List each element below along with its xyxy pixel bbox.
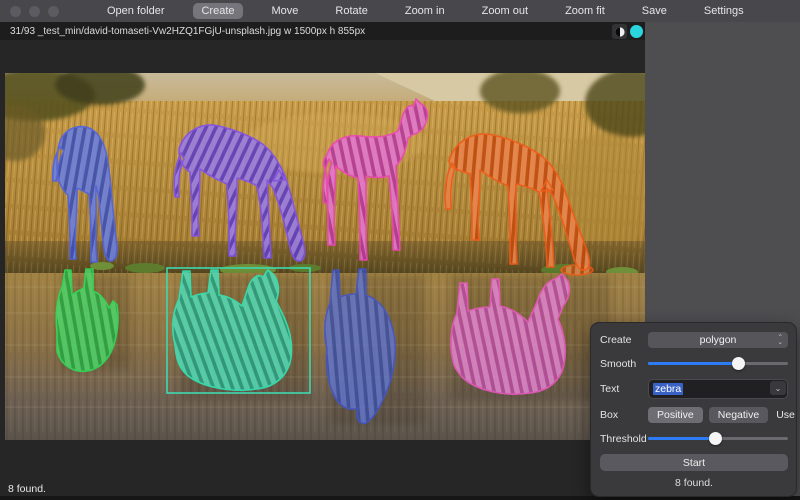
toolbar-button-save[interactable]: Save	[634, 3, 675, 19]
contrast-icon	[615, 27, 625, 37]
create-control-panel: Create polygon ⌃⌄ Smooth Text	[590, 322, 797, 497]
updown-chevron-icon: ⌃⌄	[778, 332, 783, 348]
file-info-bar: 31/93 _test_min/david-tomaseti-Vw2HZQ1FG…	[0, 22, 645, 40]
traffic-lights	[10, 6, 59, 17]
smooth-slider[interactable]	[648, 357, 788, 370]
toolbar-button-create[interactable]: Create	[193, 3, 242, 19]
toolbar-button-zoom-fit[interactable]: Zoom fit	[557, 3, 613, 19]
app-window: Open folder Create Move Rotate Zoom in Z…	[0, 0, 800, 500]
toolbar: Open folder Create Move Rotate Zoom in Z…	[0, 0, 800, 22]
smooth-slider-thumb[interactable]	[732, 357, 745, 370]
smooth-label: Smooth	[600, 358, 648, 370]
contrast-toggle[interactable]	[612, 24, 627, 39]
chevron-down-icon[interactable]: ⌄	[770, 381, 786, 395]
toolbar-button-open-folder[interactable]: Open folder	[99, 3, 172, 19]
toolbar-button-zoom-out[interactable]: Zoom out	[474, 3, 536, 19]
file-info-text: 31/93 _test_min/david-tomaseti-Vw2HZQ1FG…	[10, 26, 365, 37]
panel-found-text: 8 found.	[600, 477, 788, 489]
threshold-slider-thumb[interactable]	[709, 432, 722, 445]
toolbar-button-rotate[interactable]: Rotate	[327, 3, 375, 19]
text-combobox[interactable]: zebra ⌄	[648, 379, 788, 399]
use-label: Use	[776, 409, 795, 421]
start-button[interactable]: Start	[600, 454, 788, 471]
cyan-status-dot-icon[interactable]	[630, 25, 643, 38]
text-value-selected: zebra	[653, 383, 683, 395]
box-positive-button[interactable]: Positive	[648, 407, 703, 423]
zoom-button[interactable]	[48, 6, 59, 17]
create-label: Create	[600, 334, 648, 346]
box-label: Box	[600, 409, 648, 421]
toolbar-button-zoom-in[interactable]: Zoom in	[397, 3, 453, 19]
threshold-slider[interactable]	[648, 432, 788, 445]
toolbar-button-settings[interactable]: Settings	[696, 3, 752, 19]
box-negative-button[interactable]: Negative	[709, 407, 768, 423]
close-button[interactable]	[10, 6, 21, 17]
create-type-value: polygon	[700, 334, 737, 346]
status-text: 8 found.	[8, 483, 46, 495]
threshold-label: Threshold	[600, 433, 648, 445]
minimize-button[interactable]	[29, 6, 40, 17]
create-type-select[interactable]: polygon ⌃⌄	[648, 332, 788, 348]
text-label: Text	[600, 383, 648, 395]
image-canvas[interactable]	[5, 73, 645, 440]
toolbar-button-move[interactable]: Move	[264, 3, 307, 19]
